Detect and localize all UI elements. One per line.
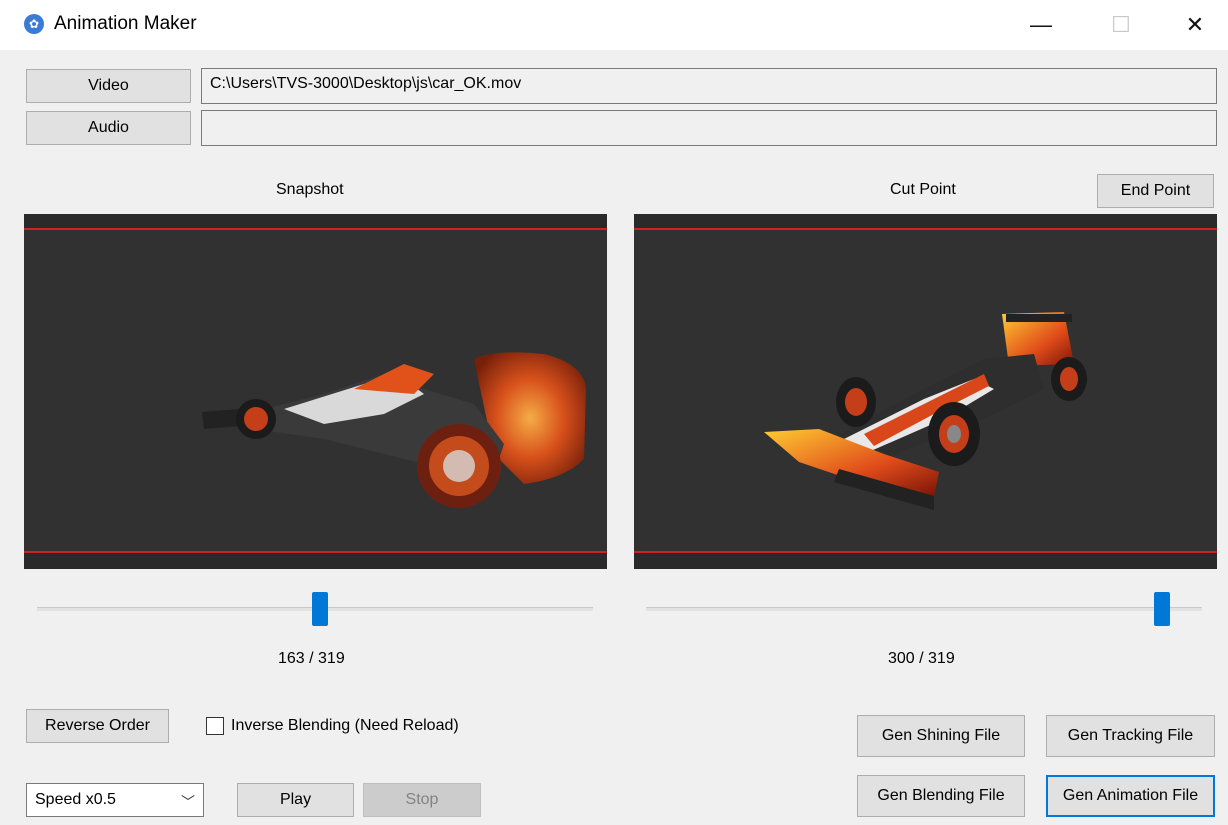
- video-button[interactable]: Video: [26, 69, 191, 103]
- play-button[interactable]: Play: [237, 783, 354, 817]
- audio-button[interactable]: Audio: [26, 111, 191, 145]
- inverse-blending-checkbox[interactable]: [206, 717, 224, 735]
- gen-shining-file-button[interactable]: Gen Shining File: [857, 715, 1025, 757]
- cut-point-position: 300 / 319: [888, 650, 955, 667]
- window-title: Animation Maker: [54, 13, 197, 34]
- speed-select[interactable]: Speed x0.5 ﹀: [26, 783, 204, 817]
- race-car-image: [764, 312, 1087, 510]
- snapshot-slider[interactable]: [37, 592, 593, 626]
- cut-point-slider-thumb[interactable]: [1154, 592, 1170, 626]
- end-point-button[interactable]: End Point: [1097, 174, 1214, 208]
- cut-point-slider[interactable]: [646, 592, 1202, 626]
- close-button[interactable]: ✕: [1160, 0, 1228, 50]
- gen-tracking-file-button[interactable]: Gen Tracking File: [1046, 715, 1215, 757]
- cut-point-label: Cut Point: [890, 181, 956, 198]
- chevron-down-icon: ﹀: [181, 794, 195, 810]
- title-bar: ✿ Animation Maker — ☐ ✕: [0, 0, 1228, 50]
- speed-select-value: Speed x0.5: [35, 791, 116, 808]
- stop-button[interactable]: Stop: [363, 783, 481, 817]
- audio-path-field[interactable]: [201, 110, 1217, 146]
- snapshot-preview: [24, 214, 607, 569]
- snapshot-slider-thumb[interactable]: [312, 592, 328, 626]
- maximize-button[interactable]: ☐: [1086, 0, 1156, 50]
- film-reel-icon: ✿: [24, 14, 44, 34]
- minimize-button[interactable]: —: [1006, 0, 1076, 50]
- video-path-field[interactable]: C:\Users\TVS-3000\Desktop\js\car_OK.mov: [201, 68, 1217, 104]
- gen-blending-file-button[interactable]: Gen Blending File: [857, 775, 1025, 817]
- snapshot-label: Snapshot: [276, 181, 344, 198]
- reverse-order-button[interactable]: Reverse Order: [26, 709, 169, 743]
- gen-animation-file-button[interactable]: Gen Animation File: [1046, 775, 1215, 817]
- snapshot-position: 163 / 319: [278, 650, 345, 667]
- cut-point-slider-track: [646, 607, 1202, 611]
- cut-point-preview: [634, 214, 1217, 569]
- inverse-blending-label: Inverse Blending (Need Reload): [231, 717, 459, 734]
- race-car-image: [202, 352, 586, 508]
